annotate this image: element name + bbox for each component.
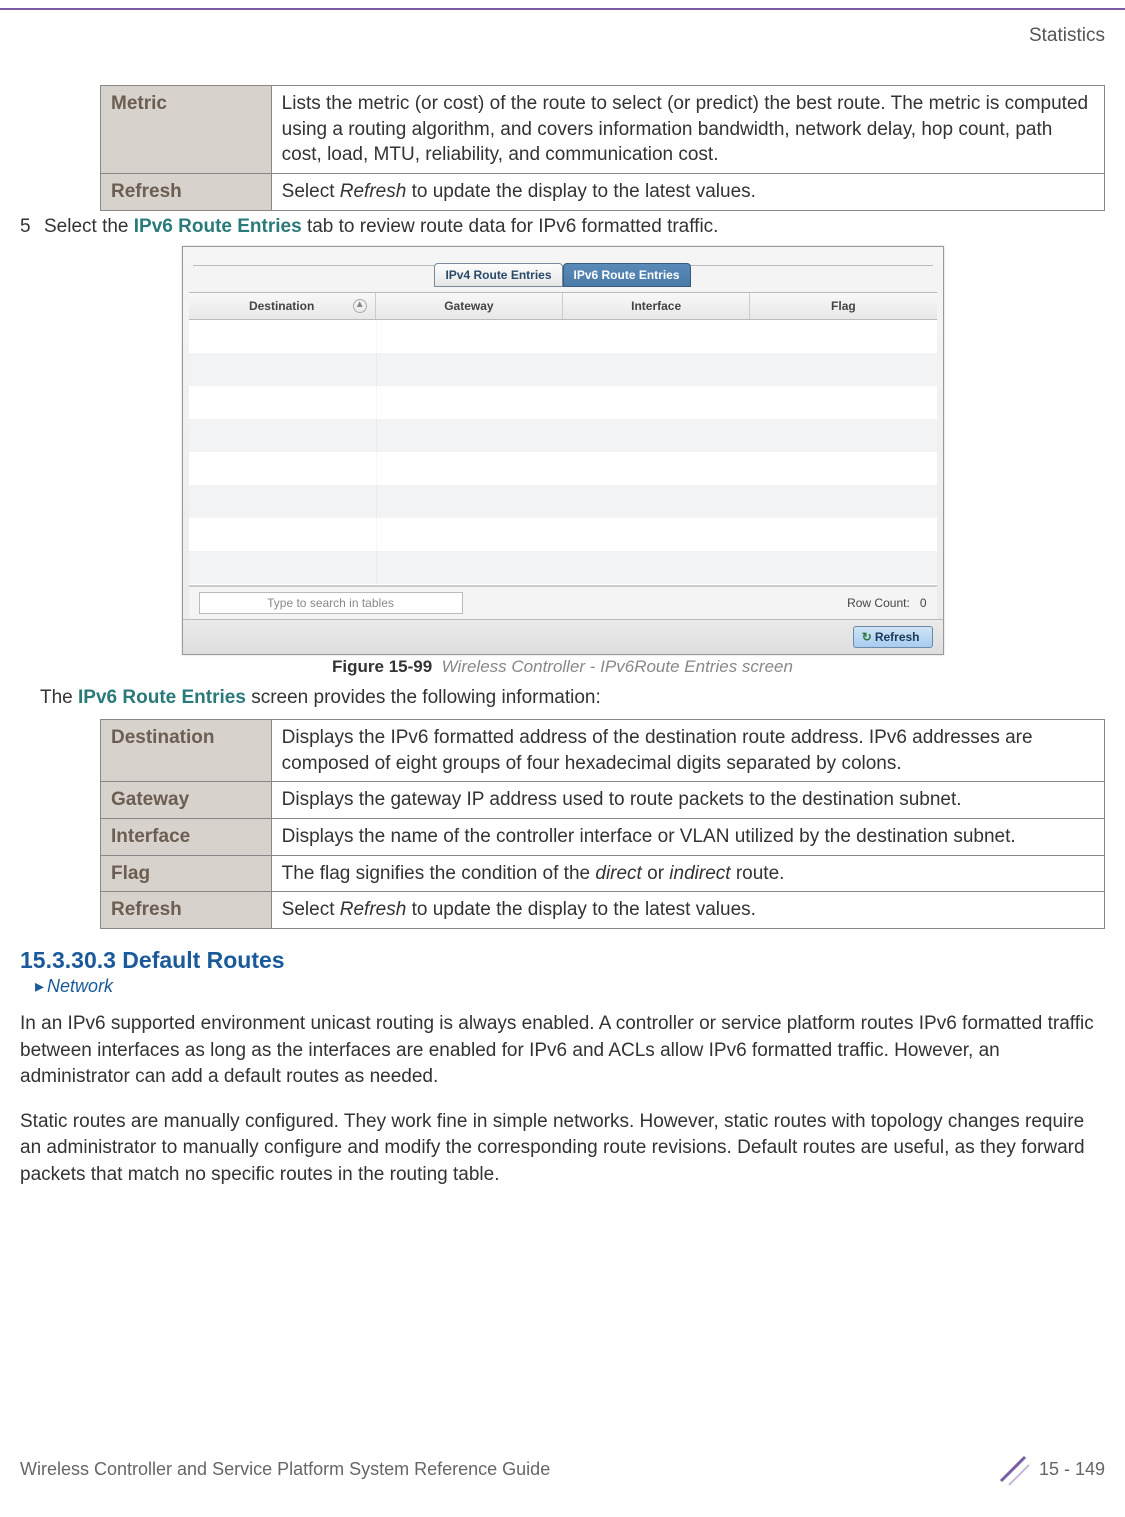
footer-page-box: 15 - 149 [995,1451,1105,1487]
row-label: Refresh [101,892,272,929]
row-desc: Select Refresh to update the display to … [271,892,1104,929]
text: to update the display to the latest valu… [406,181,756,202]
row-desc: Displays the name of the controller inte… [271,819,1104,856]
text: screen provides the following informatio… [246,687,601,708]
text: or [642,863,669,884]
sort-asc-icon[interactable]: ▲ [353,299,367,313]
text: The flag signifies the condition of the [282,863,596,884]
text: Select the [44,216,134,237]
col-gateway[interactable]: Gateway [376,293,563,319]
col-interface[interactable]: Interface [563,293,750,319]
header-section-label: Statistics [1029,25,1105,47]
text: to update the display to the latest valu… [406,899,756,920]
tab-bar: IPv4 Route EntriesIPv6 Route Entries [183,264,943,288]
paragraph: The IPv6 Route Entries screen provides t… [40,685,1105,712]
refresh-button[interactable]: ↻Refresh [853,626,933,648]
step-number: 5 [20,216,44,238]
grid-body-empty [189,320,937,586]
ui-screenshot: IPv4 Route EntriesIPv6 Route Entries Des… [182,246,944,655]
row-label: Refresh [101,173,272,210]
footer-page-num: 15 - 149 [1039,1459,1105,1480]
row-desc: Select Refresh to update the display to … [271,173,1104,210]
footer-doc-title: Wireless Controller and Service Platform… [20,1459,550,1480]
step-text: Select the IPv6 Route Entries tab to rev… [44,216,1105,238]
search-input[interactable]: Type to search in tables [199,592,463,614]
page-content: Metric Lists the metric (or cost) of the… [0,0,1125,1189]
body-paragraph-2: Static routes are manually configured. T… [20,1109,1105,1189]
table-row: Metric Lists the metric (or cost) of the… [101,86,1105,174]
row-desc: Displays the IPv6 formatted address of t… [271,720,1104,782]
description-table-top: Metric Lists the metric (or cost) of the… [100,85,1105,211]
breadcrumb: ▸Network [35,976,1105,997]
table-row: Destination Displays the IPv6 formatted … [101,720,1105,782]
row-count-value: 0 [920,596,927,610]
row-count: Row Count: 0 [847,596,926,610]
body-paragraph-1: In an IPv6 supported environment unicast… [20,1011,1105,1091]
text: tab to review route data for IPv6 format… [302,216,719,237]
step-5: 5 Select the IPv6 Route Entries tab to r… [20,216,1105,238]
row-desc: Lists the metric (or cost) of the route … [271,86,1104,174]
text-emphasis: Refresh [340,899,407,920]
row-label: Destination [101,720,272,782]
text: route. [731,863,785,884]
grid-footer: Type to search in tables Row Count: 0 [189,586,937,619]
text-emphasis: direct [595,863,641,884]
refresh-icon: ↻ [862,630,872,644]
tab-ipv6-route-entries[interactable]: IPv6 Route Entries [563,263,691,287]
section-heading-default-routes: 15.3.30.3 Default Routes [20,947,1105,974]
description-table-ipv6: Destination Displays the IPv6 formatted … [100,719,1105,929]
grid-header: Destination ▲ Gateway Interface Flag [189,292,937,320]
page-footer: Wireless Controller and Service Platform… [20,1451,1105,1487]
table-row: Interface Displays the name of the contr… [101,819,1105,856]
breadcrumb-arrow-icon: ▸ [35,976,44,996]
text: The [40,687,78,708]
text: Select [282,899,340,920]
col-flag[interactable]: Flag [750,293,936,319]
table-row: Refresh Select Refresh to update the dis… [101,173,1105,210]
text-emphasis: indirect [669,863,730,884]
breadcrumb-text: Network [47,976,113,996]
col-destination[interactable]: Destination ▲ [189,293,376,319]
figure-container: IPv4 Route EntriesIPv6 Route Entries Des… [20,246,1105,655]
text-bold: IPv6 Route Entries [134,216,302,237]
footer-slash-icon [995,1451,1031,1487]
text: Select [282,181,340,202]
row-desc: The flag signifies the condition of the … [271,855,1104,892]
table-row: Flag The flag signifies the condition of… [101,855,1105,892]
row-count-label: Row Count: [847,596,910,610]
figure-caption: Figure 15-99 Wireless Controller - IPv6R… [20,657,1105,677]
col-label: Destination [249,299,314,313]
table-row: Refresh Select Refresh to update the dis… [101,892,1105,929]
row-desc: Displays the gateway IP address used to … [271,782,1104,819]
row-label: Flag [101,855,272,892]
refresh-label: Refresh [875,630,920,644]
text-emphasis: Refresh [340,181,407,202]
figure-label: Figure 15-99 [332,657,432,676]
page-top-border [0,8,1125,10]
table-row: Gateway Displays the gateway IP address … [101,782,1105,819]
row-label: Metric [101,86,272,174]
tab-ipv4-route-entries[interactable]: IPv4 Route Entries [434,263,562,287]
row-label: Interface [101,819,272,856]
row-label: Gateway [101,782,272,819]
figure-desc: Wireless Controller - IPv6Route Entries … [442,657,793,676]
text-bold: IPv6 Route Entries [78,687,246,708]
action-bar: ↻Refresh [183,619,943,654]
